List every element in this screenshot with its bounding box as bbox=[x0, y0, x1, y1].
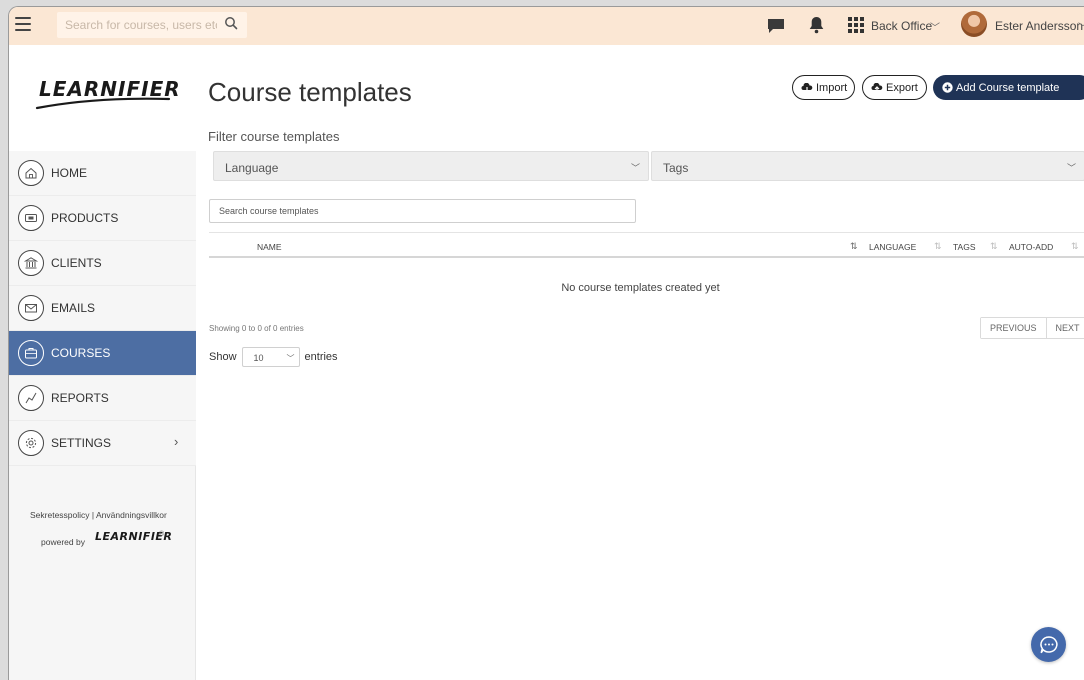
table-header: NAME ⇅ LANGUAGE ⇅ TAGS ⇅ AUTO-ADD ⇅ bbox=[209, 232, 1084, 258]
import-button-label: Import bbox=[816, 81, 848, 94]
empty-table-message: No course templates created yet bbox=[561, 282, 720, 294]
bank-icon bbox=[18, 250, 44, 276]
office-switcher[interactable]: Back Office bbox=[871, 19, 932, 33]
filter-heading: Filter course templates bbox=[208, 129, 340, 144]
sidebar: LEARNIFIER HOME PRODUCTS CLIENTS EMAILS … bbox=[9, 45, 196, 680]
column-header-name[interactable]: NAME bbox=[257, 242, 282, 252]
gear-icon bbox=[18, 430, 44, 456]
entries-info: Showing 0 to 0 of 0 entries bbox=[209, 324, 304, 333]
entries-label: entries bbox=[304, 351, 338, 363]
export-button-label: Export bbox=[886, 81, 918, 94]
sidebar-item-label: HOME bbox=[51, 166, 87, 180]
envelope-icon bbox=[18, 295, 44, 321]
export-button[interactable]: Export bbox=[862, 75, 927, 100]
logo-area: LEARNIFIER bbox=[9, 45, 196, 151]
sidebar-item-label: PRODUCTS bbox=[51, 211, 119, 225]
global-search-input[interactable] bbox=[57, 12, 247, 38]
chevron-down-icon: ﹀ bbox=[1078, 19, 1084, 34]
sidebar-item-reports[interactable]: REPORTS bbox=[9, 376, 196, 421]
sidebar-item-label: CLIENTS bbox=[51, 256, 102, 270]
sidebar-item-label: EMAILS bbox=[51, 301, 96, 315]
cloud-upload-icon bbox=[871, 82, 883, 93]
add-course-template-label: Add Course template bbox=[956, 81, 1060, 94]
previous-page-button[interactable]: PREVIOUS bbox=[981, 318, 1046, 338]
sidebar-item-label: COURSES bbox=[51, 346, 111, 360]
sidebar-item-clients[interactable]: CLIENTS bbox=[9, 241, 196, 286]
chart-line-icon bbox=[18, 385, 44, 411]
chevron-right-icon: › bbox=[174, 434, 179, 449]
sidebar-item-settings[interactable]: SETTINGS › bbox=[9, 421, 196, 466]
main-content: Course templates Import Export Add Cours… bbox=[196, 45, 1084, 680]
logo-swoosh-icon bbox=[35, 97, 171, 110]
sort-ascending-icon[interactable]: ⇅ bbox=[850, 241, 858, 252]
plus-circle-icon bbox=[942, 82, 953, 93]
cloud-download-icon bbox=[801, 82, 813, 93]
footer-links[interactable]: Sekretesspolicy | Användningsvillkor bbox=[30, 510, 167, 520]
briefcase-icon bbox=[18, 340, 44, 366]
sidebar-nav: HOME PRODUCTS CLIENTS EMAILS COURSES REP… bbox=[9, 151, 196, 466]
language-filter-select[interactable]: Language ﹀ bbox=[213, 151, 649, 181]
chat-bubble-icon bbox=[1039, 635, 1058, 653]
sidebar-item-label: SETTINGS bbox=[51, 436, 112, 450]
show-label: Show bbox=[209, 351, 237, 363]
chevron-down-icon: ﹀ bbox=[1066, 163, 1076, 173]
products-icon bbox=[18, 205, 44, 231]
sort-icon[interactable]: ⇅ bbox=[1071, 241, 1079, 252]
column-header-tags[interactable]: TAGS bbox=[953, 242, 976, 252]
page-size-select[interactable]: 10 ﹀ bbox=[241, 347, 300, 367]
language-filter-value: Language bbox=[225, 161, 279, 175]
bell-icon[interactable] bbox=[809, 16, 824, 39]
tags-filter-value: Tags bbox=[663, 161, 689, 175]
sidebar-item-label: REPORTS bbox=[51, 391, 109, 405]
tags-filter-select[interactable]: Tags ﹀ bbox=[651, 151, 1084, 181]
app-window: Back Office ﹀ Ester Andersson ﹀ LEARNIFI… bbox=[8, 6, 1084, 680]
sort-icon[interactable]: ⇅ bbox=[934, 241, 942, 252]
pagination: PREVIOUS NEXT bbox=[980, 317, 1084, 339]
search-icon[interactable] bbox=[224, 16, 240, 32]
sidebar-item-products[interactable]: PRODUCTS bbox=[9, 196, 196, 241]
user-menu[interactable]: Ester Andersson bbox=[995, 19, 1083, 33]
page-size-value: 10 bbox=[253, 353, 264, 363]
chevron-down-icon: ﹀ bbox=[630, 163, 640, 173]
column-header-auto-add[interactable]: AUTO-ADD bbox=[1009, 242, 1053, 252]
course-template-search-input[interactable] bbox=[209, 199, 636, 223]
powered-by-label: powered by bbox=[41, 537, 85, 547]
sort-icon[interactable]: ⇅ bbox=[990, 241, 998, 252]
avatar[interactable] bbox=[961, 11, 987, 37]
column-header-language[interactable]: LANGUAGE bbox=[869, 242, 916, 252]
page-size-control: Show 10 ﹀ entries bbox=[209, 347, 338, 367]
menu-icon[interactable] bbox=[15, 17, 31, 31]
chevron-down-icon: ﹀ bbox=[930, 23, 940, 34]
chat-support-button[interactable] bbox=[1031, 627, 1066, 662]
chevron-down-icon: ﹀ bbox=[286, 354, 295, 363]
sidebar-item-home[interactable]: HOME bbox=[9, 151, 196, 196]
sidebar-item-courses[interactable]: COURSES bbox=[9, 331, 196, 376]
page-title: Course templates bbox=[208, 77, 412, 107]
next-page-button[interactable]: NEXT bbox=[1045, 318, 1084, 338]
add-course-template-button[interactable]: Add Course template bbox=[933, 75, 1084, 100]
import-button[interactable]: Import bbox=[792, 75, 855, 100]
apps-grid-icon[interactable] bbox=[847, 16, 865, 39]
registered-mark: ® bbox=[159, 531, 165, 538]
sidebar-item-emails[interactable]: EMAILS bbox=[9, 286, 196, 331]
home-icon bbox=[18, 160, 44, 186]
top-bar: Back Office ﹀ Ester Andersson ﹀ bbox=[9, 7, 1084, 45]
chat-icon[interactable] bbox=[767, 18, 785, 39]
